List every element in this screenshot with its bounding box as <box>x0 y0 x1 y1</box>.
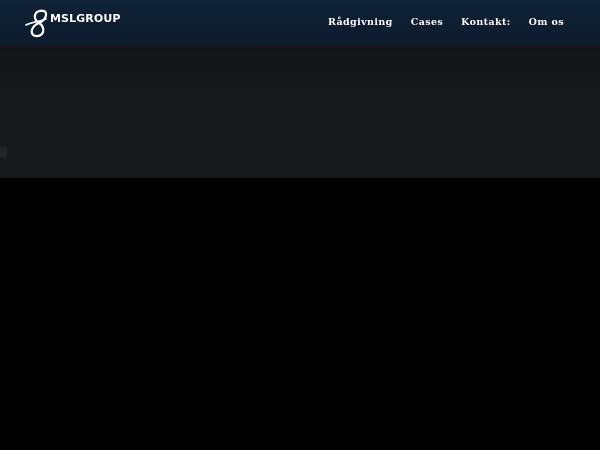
slider-prev-arrow[interactable] <box>0 147 7 158</box>
nav-item-om-os[interactable]: Om os <box>529 17 564 28</box>
hero-banner <box>0 46 600 178</box>
site-header: MSLGROUP Rådgivning Cases Kontakt: Om os <box>0 0 600 46</box>
main-content <box>0 178 600 450</box>
brand-logo[interactable]: MSLGROUP <box>24 7 121 39</box>
brand-name: MSLGROUP <box>50 12 121 25</box>
nav-item-radgivning[interactable]: Rådgivning <box>328 17 393 28</box>
main-nav: Rådgivning Cases Kontakt: Om os <box>328 0 564 46</box>
nav-item-cases[interactable]: Cases <box>411 17 443 28</box>
nav-item-kontakt[interactable]: Kontakt: <box>461 17 511 28</box>
